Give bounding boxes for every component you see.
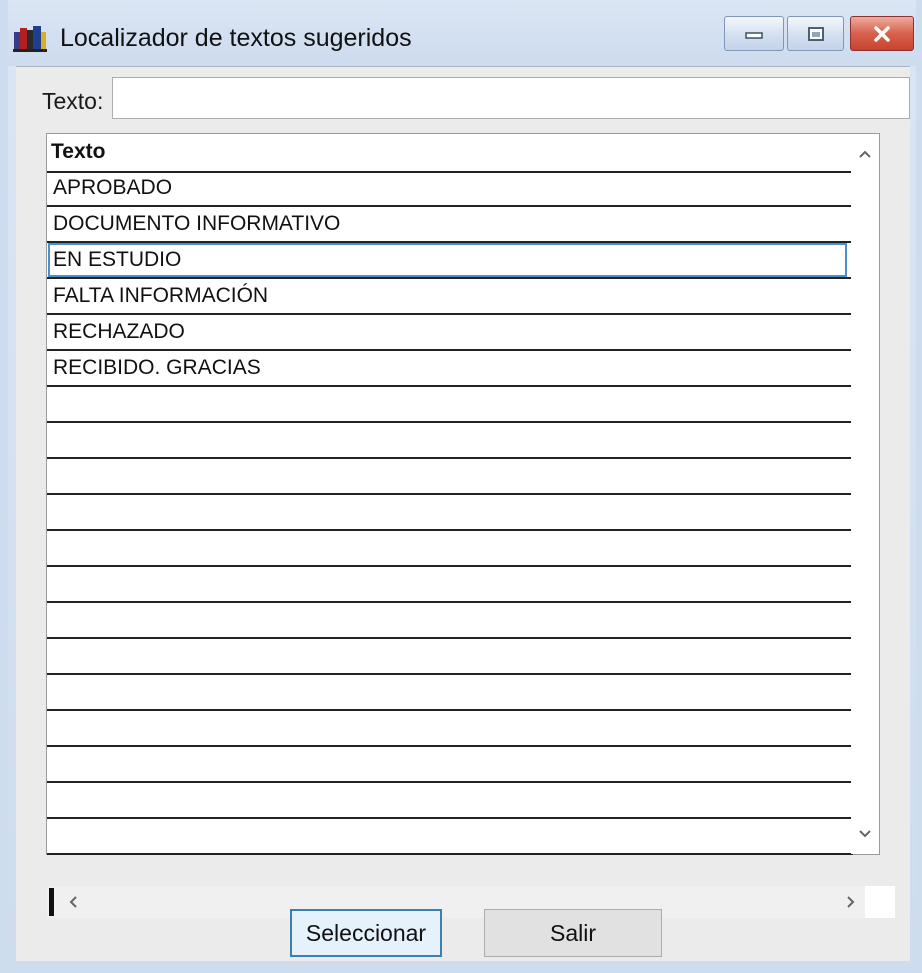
minimize-icon <box>745 31 763 39</box>
select-button[interactable]: Seleccionar <box>290 909 442 957</box>
close-button[interactable] <box>850 16 914 51</box>
row-text: FALTA INFORMACIÓN <box>53 284 269 307</box>
grid-row-empty[interactable] <box>47 387 853 423</box>
grid-row-empty[interactable] <box>47 423 853 459</box>
chevron-up-icon[interactable] <box>855 144 875 164</box>
results-grid[interactable]: Texto APROBADO DOCUMENTO INFORMATIVO EN … <box>46 133 895 918</box>
grid-row[interactable]: RECIBIDO. GRACIAS <box>47 351 853 387</box>
grid-row[interactable]: RECHAZADO <box>47 315 853 351</box>
chevron-down-icon[interactable] <box>855 824 875 844</box>
dialog-body: Texto: Texto APROBADO DOCUMENTO INFORMAT… <box>16 66 910 961</box>
grid-row-empty[interactable] <box>47 567 853 603</box>
grid-row-empty[interactable] <box>47 783 853 819</box>
title-bar[interactable]: Localizador de textos sugeridos <box>8 0 916 66</box>
grid-row-empty[interactable] <box>47 711 853 747</box>
grid-row-empty[interactable] <box>47 747 853 783</box>
row-text: APROBADO <box>53 176 173 199</box>
row-text: RECHAZADO <box>53 320 185 343</box>
horizontal-scrollbar[interactable] <box>47 886 895 918</box>
search-label: Texto: <box>42 88 104 114</box>
grid-header[interactable]: Texto <box>47 134 851 173</box>
grid-row-empty[interactable] <box>47 531 853 567</box>
chevron-right-icon[interactable] <box>841 892 861 912</box>
grid-row-empty[interactable] <box>47 495 853 531</box>
exit-button[interactable]: Salir <box>484 909 662 957</box>
dialog-window: Localizador de textos sugeridos Texto: T… <box>0 0 922 973</box>
minimize-button[interactable] <box>724 16 784 51</box>
scrollbar-corner <box>865 886 895 918</box>
grid-row[interactable]: FALTA INFORMACIÓN <box>47 279 853 315</box>
grid-row-selected[interactable]: EN ESTUDIO <box>47 243 871 279</box>
grid-row[interactable]: APROBADO <box>47 171 853 207</box>
chevron-left-icon[interactable] <box>63 892 83 912</box>
close-icon <box>874 25 890 42</box>
row-text: DOCUMENTO INFORMATIVO <box>53 212 341 235</box>
app-books-icon <box>13 26 47 52</box>
grid-row-empty[interactable] <box>47 639 853 675</box>
column-header-texto[interactable]: Texto <box>51 140 105 164</box>
grid-rows: APROBADO DOCUMENTO INFORMATIVO EN ESTUDI… <box>47 171 871 855</box>
search-input[interactable] <box>112 77 910 119</box>
row-text: EN ESTUDIO <box>53 248 182 271</box>
maximize-icon <box>807 26 824 41</box>
window-title: Localizador de textos sugeridos <box>60 24 412 52</box>
horizontal-scroll-track[interactable] <box>47 886 865 918</box>
column-marker <box>49 888 54 916</box>
vertical-scrollbar[interactable] <box>851 134 879 854</box>
grid-row-empty[interactable] <box>47 675 853 711</box>
maximize-button[interactable] <box>787 16 844 51</box>
grid-row-empty[interactable] <box>47 603 853 639</box>
grid-row-empty[interactable] <box>47 819 853 855</box>
grid-row[interactable]: DOCUMENTO INFORMATIVO <box>47 207 853 243</box>
grid-row-empty[interactable] <box>47 459 853 495</box>
row-text: RECIBIDO. GRACIAS <box>53 356 261 379</box>
